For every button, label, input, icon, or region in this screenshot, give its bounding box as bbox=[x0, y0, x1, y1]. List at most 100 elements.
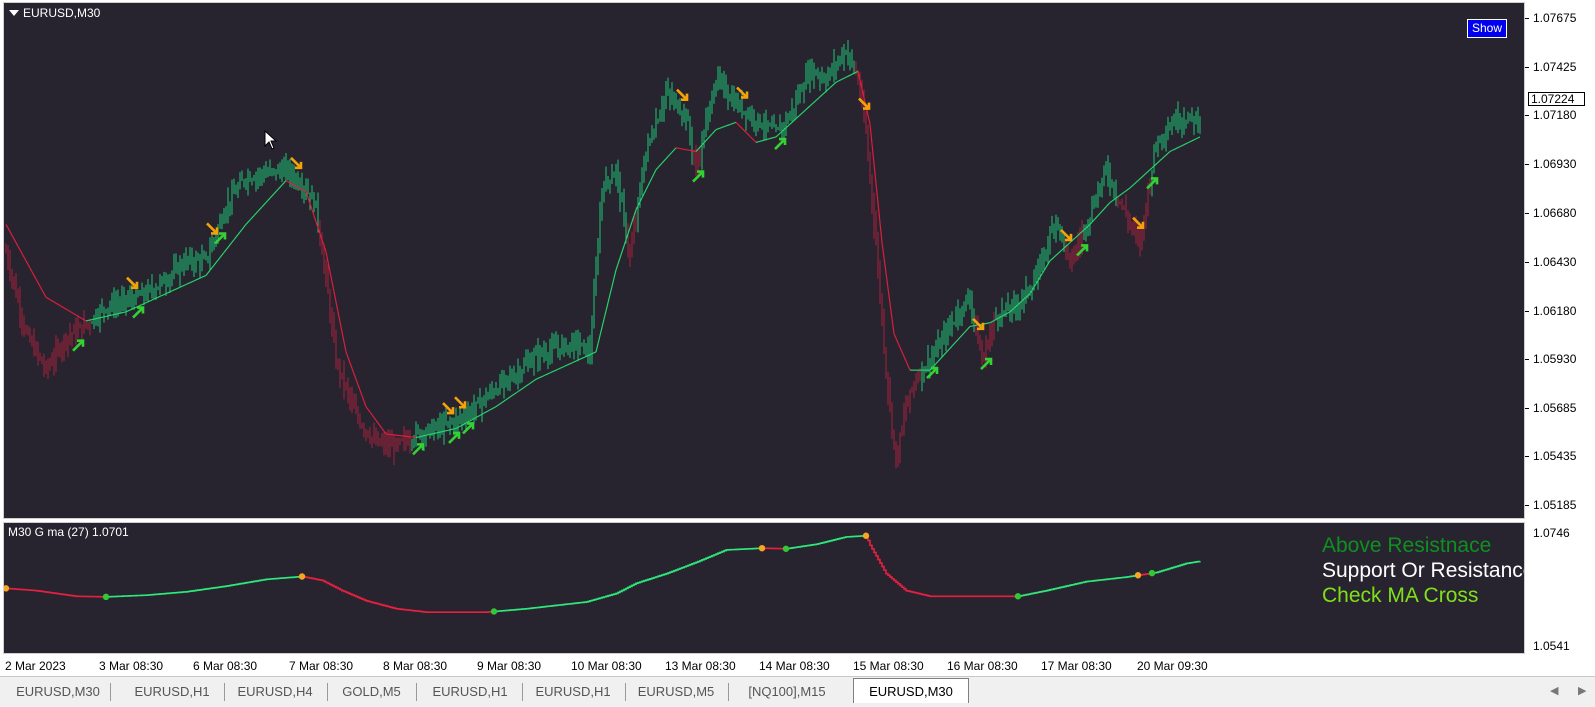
ma-segment bbox=[574, 361, 576, 362]
ma-segment bbox=[486, 411, 488, 412]
ma-segment bbox=[8, 228, 10, 232]
chart-tab[interactable]: EURUSD,M30 bbox=[8, 681, 108, 703]
price-tick bbox=[1525, 213, 1529, 214]
ma-segment bbox=[886, 273, 888, 288]
ma-segment bbox=[824, 91, 826, 93]
ma-segment bbox=[180, 286, 182, 287]
ma-segment bbox=[196, 279, 198, 280]
chart-tab[interactable]: EURUSD,H1 bbox=[420, 681, 520, 703]
chart-tab[interactable]: EURUSD,H4 bbox=[225, 681, 325, 703]
time-label: 15 Mar 08:30 bbox=[853, 659, 924, 673]
chart-tab[interactable]: EURUSD,M5 bbox=[626, 681, 726, 703]
ma-segment bbox=[602, 319, 604, 327]
ma-segment bbox=[232, 240, 234, 243]
ma-segment bbox=[220, 255, 222, 258]
ma-segment bbox=[908, 366, 910, 371]
ma-segment bbox=[242, 227, 244, 230]
price-label: 1.06930 bbox=[1533, 157, 1576, 171]
price-chart[interactable]: EURUSD,M30 Show bbox=[3, 2, 1525, 519]
current-price-label: 1.07224 bbox=[1528, 92, 1585, 106]
ma-segment bbox=[1144, 173, 1146, 175]
ma-segment bbox=[278, 187, 280, 189]
ma-segment bbox=[364, 401, 366, 406]
ma-segment bbox=[174, 289, 176, 290]
ma-segment bbox=[1132, 184, 1134, 186]
ma-segment bbox=[54, 302, 56, 303]
ma-segment bbox=[774, 137, 776, 138]
tab-scroll-left-icon[interactable]: ◀ bbox=[1550, 684, 1558, 697]
ma-segment bbox=[1184, 144, 1186, 145]
ma-segment bbox=[584, 356, 586, 357]
ma-segment bbox=[64, 308, 66, 309]
ma-segment bbox=[1192, 140, 1194, 141]
ma-segment bbox=[250, 218, 252, 220]
price-label: 1.07180 bbox=[1533, 108, 1576, 122]
ma-segment bbox=[714, 130, 716, 132]
ma-segment bbox=[200, 277, 202, 278]
ma-segment bbox=[612, 278, 614, 286]
ma-segment bbox=[770, 138, 772, 139]
ma-segment bbox=[46, 297, 48, 298]
ma-segment bbox=[504, 400, 506, 401]
ma-segment bbox=[1104, 207, 1106, 209]
chart-tab[interactable]: GOLD,M5 bbox=[329, 681, 414, 703]
ma-segment bbox=[368, 409, 370, 412]
tab-separator bbox=[327, 683, 328, 701]
price-tick bbox=[1525, 311, 1529, 312]
ma-segment bbox=[478, 415, 480, 416]
ma-segment bbox=[536, 378, 538, 379]
indicator-window[interactable]: M30 G ma (27) 1.0701 Above Resistnace Su… bbox=[3, 522, 1525, 654]
show-button[interactable]: Show bbox=[1467, 19, 1507, 38]
ma-segment bbox=[142, 304, 144, 305]
ma-segment bbox=[752, 138, 754, 140]
ma-segment bbox=[654, 170, 656, 174]
ma-segment bbox=[1122, 192, 1124, 193]
ma-segment bbox=[76, 315, 78, 316]
ma-segment bbox=[198, 278, 200, 279]
ma-segment bbox=[888, 288, 890, 303]
ma-segment bbox=[218, 258, 220, 261]
moving-average-line bbox=[6, 71, 1200, 437]
ma-segment bbox=[818, 97, 820, 99]
indicator-legend: Above Resistnace Support Or Resistance C… bbox=[1322, 533, 1524, 608]
price-tick bbox=[1525, 67, 1529, 68]
chart-tab[interactable]: EURUSD,H1 bbox=[122, 681, 222, 703]
ma-segment bbox=[502, 401, 504, 402]
ma-segment bbox=[566, 365, 568, 366]
tab-scroll-right-icon[interactable]: ▶ bbox=[1578, 684, 1586, 697]
ma-segment bbox=[552, 371, 554, 372]
ma-segment bbox=[726, 125, 728, 126]
ma-segment bbox=[360, 390, 362, 395]
chart-symbol-title[interactable]: EURUSD,M30 bbox=[9, 6, 100, 20]
chart-tab[interactable]: EURUSD,M30 bbox=[853, 678, 969, 703]
ma-segment bbox=[622, 246, 624, 252]
ma-segment bbox=[178, 287, 180, 288]
collapse-triangle-icon[interactable] bbox=[9, 10, 19, 16]
price-tick bbox=[1525, 18, 1529, 19]
ma-segment bbox=[1120, 194, 1122, 195]
ma-segment bbox=[202, 276, 204, 277]
ma-segment bbox=[50, 300, 52, 301]
ma-segment bbox=[800, 113, 802, 115]
ma-segment bbox=[1102, 209, 1104, 211]
chart-tab[interactable]: EURUSD,H1 bbox=[523, 681, 623, 703]
ma-segment bbox=[42, 290, 44, 294]
ma-segment bbox=[282, 183, 284, 185]
ma-segment bbox=[362, 396, 364, 401]
ma-segment bbox=[264, 203, 266, 205]
ma-segment bbox=[810, 104, 812, 106]
ma-segment bbox=[6, 224, 8, 228]
ma-segment bbox=[646, 186, 648, 190]
ma-segment bbox=[878, 203, 880, 223]
ma-segment bbox=[804, 110, 806, 112]
ma-segment bbox=[870, 124, 872, 144]
indicator-cross-dot bbox=[491, 608, 497, 614]
ma-segment bbox=[488, 410, 490, 411]
buy-arrow-icon bbox=[73, 341, 83, 351]
ma-segment bbox=[940, 357, 942, 359]
ma-segment bbox=[610, 286, 612, 294]
ma-segment bbox=[958, 337, 960, 339]
ma-segment bbox=[618, 258, 620, 264]
ma-segment bbox=[378, 423, 380, 426]
chart-tab[interactable]: [NQ100],M15 bbox=[729, 681, 845, 703]
